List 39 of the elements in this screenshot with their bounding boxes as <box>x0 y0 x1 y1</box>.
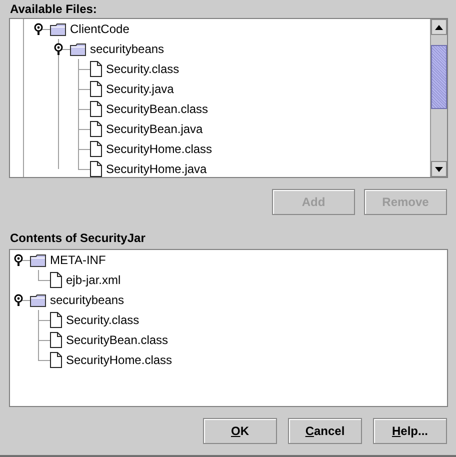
folder-icon <box>30 294 46 306</box>
tree-item[interactable]: SecurityBean.class <box>102 102 208 116</box>
tree-item[interactable]: SecurityHome.java <box>102 162 207 176</box>
file-icon <box>50 332 62 348</box>
tree-item[interactable]: META-INF <box>46 253 106 267</box>
tree-item[interactable]: SecurityBean.class <box>62 333 168 347</box>
tree-item[interactable]: SecurityHome.class <box>102 142 212 156</box>
expanded-handle-icon[interactable] <box>54 43 63 55</box>
scroll-down-icon[interactable] <box>435 166 443 172</box>
tree-item[interactable]: SecurityBean.java <box>102 122 203 136</box>
file-icon <box>50 272 62 288</box>
expanded-handle-icon[interactable] <box>34 23 43 35</box>
folder-icon <box>30 254 46 266</box>
tree-item[interactable]: Security.class <box>102 62 180 76</box>
folder-icon <box>70 42 86 56</box>
file-icon <box>90 101 102 117</box>
dialog-button[interactable]: Help... <box>373 418 447 444</box>
scroll-up-icon[interactable] <box>435 24 443 30</box>
file-icon <box>50 312 62 328</box>
section-label: Available Files: <box>9 1 97 18</box>
tree-item[interactable]: SecurityHome.class <box>62 353 172 367</box>
expanded-handle-icon[interactable] <box>14 294 23 306</box>
section-label: Contents of SecurityJar <box>9 230 146 247</box>
tree-item[interactable]: ClientCode <box>66 22 130 36</box>
tree-item[interactable]: securitybeans <box>86 42 164 56</box>
tree-item[interactable]: Security.java <box>102 82 174 96</box>
folder-icon <box>50 22 66 36</box>
dialog-button[interactable]: OK <box>203 418 277 444</box>
scrollbar[interactable] <box>430 19 447 177</box>
expanded-handle-icon[interactable] <box>14 254 23 266</box>
tree-item[interactable]: ejb-jar.xml <box>62 273 121 287</box>
file-icon <box>90 121 102 137</box>
file-icon <box>90 61 102 77</box>
file-icon <box>90 141 102 157</box>
tree-item[interactable]: securitybeans <box>46 293 124 307</box>
dialog-button[interactable]: Cancel <box>288 418 362 444</box>
file-icon <box>90 81 102 97</box>
file-icon <box>50 352 62 368</box>
tree-item[interactable]: Security.class <box>62 313 140 327</box>
